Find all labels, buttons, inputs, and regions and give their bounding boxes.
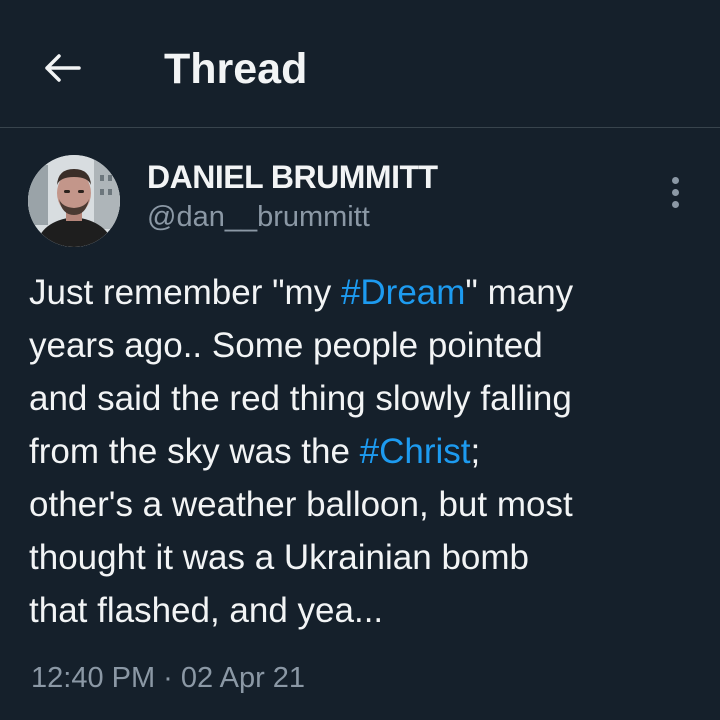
tweet-timestamp[interactable]: 12:40 PM · 02 Apr 21	[31, 660, 305, 696]
top-bar: Thread	[0, 0, 720, 128]
arrow-left-icon	[45, 54, 81, 82]
tweet-text-part: Just remember "my	[29, 273, 341, 312]
hashtag-link[interactable]: #Dream	[341, 273, 465, 312]
back-button[interactable]	[38, 44, 86, 92]
avatar[interactable]	[28, 155, 120, 247]
more-options-button[interactable]	[658, 170, 692, 214]
more-vertical-icon	[671, 176, 679, 208]
tweet-text: Just remember "my #Dream" many years ago…	[29, 266, 699, 637]
page-title: Thread	[164, 45, 308, 93]
author-name[interactable]: DANIEL BRUMMITT	[147, 158, 438, 196]
author-handle[interactable]: @dan__brummitt	[147, 199, 370, 235]
profile-photo	[28, 155, 120, 247]
hashtag-link[interactable]: #Christ	[360, 432, 471, 471]
